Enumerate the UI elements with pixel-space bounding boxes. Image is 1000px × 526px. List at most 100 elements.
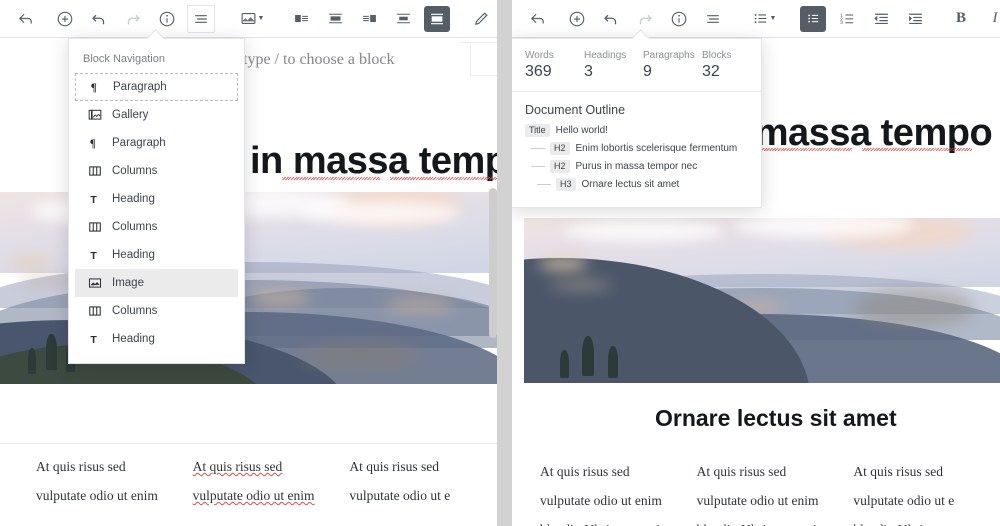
columns-block-right[interactable]: At quis risus sed vulputate odio ut enim… xyxy=(540,457,1000,526)
outline-row[interactable]: Title Hello world! xyxy=(512,121,761,139)
outdent-icon xyxy=(873,10,890,27)
spellcheck-underline xyxy=(862,148,972,151)
outline-tag: Title xyxy=(525,123,550,137)
vertical-scrollbar[interactable] xyxy=(489,188,497,338)
ordered-list-button[interactable]: 1 2 3 xyxy=(830,0,864,37)
document-stats: Words 369 Headings 3 Paragraphs 9 Blocks 32 xyxy=(512,39,761,92)
block-nav-item-columns[interactable]: Columns xyxy=(75,213,238,241)
back-arrow-button[interactable] xyxy=(8,0,42,37)
back-arrow-button[interactable] xyxy=(520,0,554,37)
unordered-list-icon xyxy=(800,5,826,32)
spellcheck-underline xyxy=(390,177,497,180)
block-nav-item-heading[interactable]: T Heading xyxy=(75,325,238,353)
align-wide-icon xyxy=(395,10,412,27)
block-nav-item-paragraph[interactable]: ¶ Paragraph xyxy=(75,129,238,157)
redo-button[interactable] xyxy=(628,0,662,37)
heading-icon: T xyxy=(87,332,102,347)
stat-paragraphs: Paragraphs 9 xyxy=(643,50,702,81)
column-line: vulputate odio ut e xyxy=(349,488,451,503)
add-block-button[interactable] xyxy=(48,0,82,37)
content-structure-button[interactable] xyxy=(662,0,696,37)
list-view-icon xyxy=(705,11,721,27)
right-editor-panel: n massa tempo Ornare lectus sit amet At … xyxy=(512,0,1000,526)
column-3[interactable]: At quis risus sed vulputate odio ut e xyxy=(349,452,497,510)
column-line: At quis risus sed xyxy=(540,464,630,479)
block-nav-item-columns[interactable]: Columns xyxy=(75,297,238,325)
align-full-button[interactable] xyxy=(420,0,454,37)
block-nav-item-paragraph[interactable]: ¶ Paragraph xyxy=(75,73,238,101)
align-center-button[interactable] xyxy=(318,0,352,37)
stat-value: 9 xyxy=(643,63,652,80)
redo-button[interactable] xyxy=(116,0,150,37)
paragraph-icon: ¶ xyxy=(87,136,102,151)
ghost-field-right xyxy=(470,42,497,76)
list-view-icon xyxy=(187,4,215,33)
column-2[interactable]: At quis risus sed vulputate odio ut enim xyxy=(193,452,350,510)
block-navigation-button[interactable] xyxy=(184,0,218,37)
undo-icon xyxy=(90,10,108,28)
ghost-rule xyxy=(460,42,497,43)
columns-block-left[interactable]: At quis risus sed vulputate odio ut enim… xyxy=(36,452,497,510)
column-3[interactable]: At quis risus sed vulputate odio ut e bl… xyxy=(853,457,1000,526)
plus-circle-icon xyxy=(56,10,74,28)
back-arrow-icon xyxy=(17,10,34,27)
italic-button[interactable]: I xyxy=(978,0,1000,37)
align-left-button[interactable] xyxy=(284,0,318,37)
add-block-button[interactable] xyxy=(560,0,594,37)
outline-row[interactable]: H2 Purus in massa tempor nec xyxy=(512,157,761,175)
edit-image-button[interactable] xyxy=(464,0,497,37)
block-placeholder-text[interactable]: type / to choose a block xyxy=(243,51,395,69)
columns-icon xyxy=(87,220,102,235)
block-navigation-popover: Block Navigation ¶ Paragraph Gallery ¶ Parag… xyxy=(68,38,245,364)
chevron-down-icon: ▼ xyxy=(769,15,777,22)
column-2[interactable]: At quis risus sed vulputate odio ut enim… xyxy=(697,457,854,526)
indent-button[interactable] xyxy=(898,0,932,37)
columns-icon xyxy=(87,164,102,179)
paragraph-icon: ¶ xyxy=(88,80,103,95)
editor-mid-heading[interactable]: Ornare lectus sit amet xyxy=(655,405,897,432)
stat-words: Words 369 xyxy=(525,50,584,81)
column-line: blandit. Ultrices eros in xyxy=(697,515,854,526)
block-type-button[interactable]: ▼ xyxy=(744,0,784,37)
column-1[interactable]: At quis risus sed vulputate odio ut enim xyxy=(36,452,193,510)
undo-button[interactable] xyxy=(82,0,116,37)
spellcheck-underline xyxy=(282,177,380,180)
block-navigation-button[interactable] xyxy=(696,0,730,37)
bulleted-list-icon xyxy=(752,10,769,27)
italic-icon: I xyxy=(992,10,998,26)
block-nav-item-image[interactable]: Image xyxy=(75,269,238,297)
column-line: vulputate odio ut enim xyxy=(696,493,819,508)
column-line: vulputate odio ut enim xyxy=(36,488,158,503)
undo-icon xyxy=(602,10,620,28)
info-circle-icon xyxy=(158,10,176,28)
column-1[interactable]: At quis risus sed vulputate odio ut enim… xyxy=(540,457,697,526)
block-nav-item-heading[interactable]: T Heading xyxy=(75,241,238,269)
outline-row[interactable]: H3 Ornare lectus sit amet xyxy=(512,175,761,193)
block-navigation-list: ¶ Paragraph Gallery ¶ Paragraph Columns T Headi… xyxy=(69,73,244,353)
block-nav-item-columns[interactable]: Columns xyxy=(75,157,238,185)
column-line: blandit. Ultrices er xyxy=(853,515,1000,526)
block-type-button[interactable]: ▼ xyxy=(232,0,272,37)
align-full-icon xyxy=(424,5,450,32)
editor-toolbar-left: ▼ xyxy=(0,0,497,38)
outdent-button[interactable] xyxy=(864,0,898,37)
document-outline-title: Document Outline xyxy=(525,103,626,117)
align-left-icon xyxy=(293,10,310,27)
outline-row[interactable]: H2 Enim lobortis scelerisque fermentum xyxy=(512,139,761,157)
outline-tag: H3 xyxy=(556,177,576,191)
align-wide-button[interactable] xyxy=(386,0,420,37)
unordered-list-button[interactable] xyxy=(796,0,830,37)
bold-button[interactable]: B xyxy=(944,0,978,37)
stat-headings: Headings 3 xyxy=(584,50,643,81)
stat-label: Blocks xyxy=(702,50,732,61)
redo-icon xyxy=(124,10,142,28)
image-icon xyxy=(87,276,102,291)
undo-button[interactable] xyxy=(594,0,628,37)
block-nav-item-gallery[interactable]: Gallery xyxy=(75,101,238,129)
mountain-photo-right[interactable] xyxy=(524,218,1000,383)
block-nav-item-label: Columns xyxy=(112,305,158,317)
align-right-button[interactable] xyxy=(352,0,386,37)
svg-text:3: 3 xyxy=(840,20,843,26)
outline-text: Hello world! xyxy=(555,124,608,136)
block-nav-item-heading[interactable]: T Heading xyxy=(75,185,238,213)
